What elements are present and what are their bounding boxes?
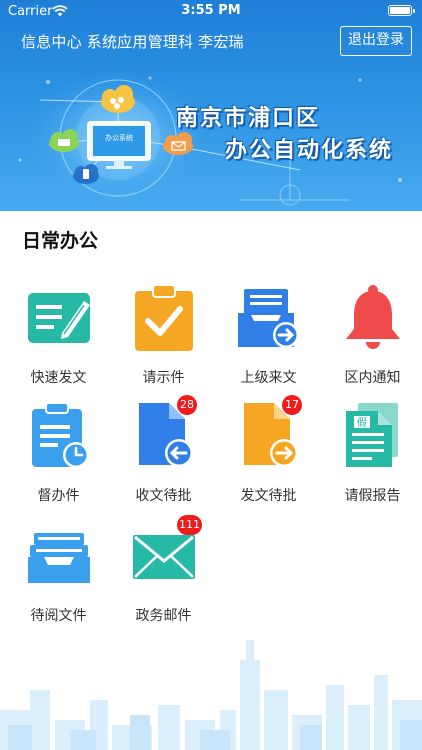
svg-text:假: 假 — [357, 416, 367, 429]
clipboard-clock-icon — [32, 403, 89, 468]
city-skyline-illustration — [0, 640, 422, 750]
tile-incoming-pending[interactable]: 28 收文待批 — [111, 395, 216, 513]
system-title-line1: 南京市浦口区 — [176, 106, 321, 131]
tile-outgoing-pending[interactable]: 17 发文待批 — [216, 395, 321, 513]
system-title-line2: 办公自动化系统 — [225, 138, 394, 163]
file-tray-icon — [28, 533, 90, 583]
tile-supervision[interactable]: 督办件 — [6, 403, 111, 513]
tile-files-to-read[interactable]: 待阅文件 — [6, 523, 111, 633]
tile-district-notice[interactable]: 区内通知 — [320, 285, 422, 395]
tile-label: 快速发文 — [30, 370, 87, 386]
battery-icon — [388, 5, 415, 16]
tile-label: 政务邮件 — [135, 608, 192, 624]
leave-report-icon: 假 — [346, 403, 398, 467]
tile-label: 请示件 — [142, 370, 185, 386]
tile-label: 收文待批 — [135, 488, 192, 504]
tile-government-mail[interactable]: 111 政务邮件 — [111, 515, 216, 633]
bell-icon — [346, 285, 400, 349]
tile-quick-document[interactable]: 快速发文 — [6, 285, 111, 395]
logout-button[interactable]: 退出登录 — [340, 26, 412, 56]
tile-label: 请假报告 — [344, 488, 401, 504]
tile-label: 发文待批 — [240, 488, 297, 504]
tile-label: 上级来文 — [240, 370, 297, 386]
tile-label: 待阅文件 — [30, 608, 87, 624]
tile-request[interactable]: 请示件 — [111, 285, 216, 395]
tile-leave-report[interactable]: 假 请假报告 — [320, 403, 422, 513]
unread-badge: 111 — [177, 515, 202, 535]
header-banner: Carrier 3:55 PM 信息中心 系统应用管理科 李宏瑞 退出登录 办公… — [0, 0, 422, 211]
section-title: 日常办公 — [22, 230, 99, 252]
unread-badge: 28 — [177, 395, 197, 415]
inbox-arrow-icon — [238, 289, 299, 348]
unread-badge: 17 — [282, 395, 302, 415]
quick-document-icon — [28, 293, 90, 343]
clock: 3:55 PM — [181, 3, 241, 18]
user-info: 信息中心 系统应用管理科 李宏瑞 — [21, 33, 244, 51]
monitor-label: 办公系统 — [105, 134, 133, 142]
clipboard-check-icon — [135, 285, 193, 351]
tile-label: 区内通知 — [344, 370, 401, 386]
tile-superior-document[interactable]: 上级来文 — [216, 285, 321, 395]
status-bar: Carrier 3:55 PM — [0, 0, 422, 24]
tile-label: 督办件 — [37, 488, 80, 504]
